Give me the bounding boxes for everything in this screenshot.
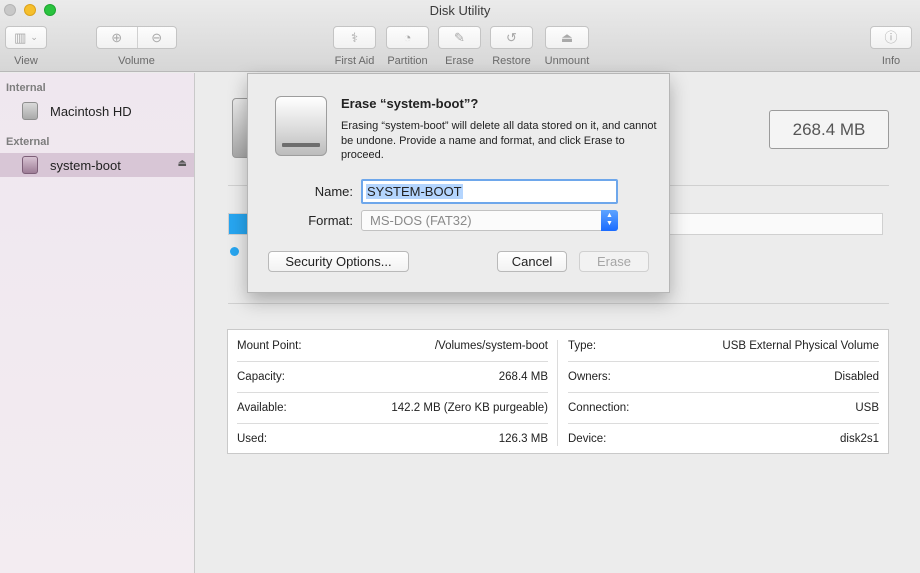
info-label: Connection: <box>568 402 630 414</box>
info-row-connection: Connection: USB <box>568 398 879 418</box>
volume-label: Volume <box>118 55 155 67</box>
info-label: Type: <box>568 340 597 352</box>
erase-label: Erase <box>445 55 474 67</box>
info-row-device: Device: disk2s1 <box>568 429 879 449</box>
view-label: View <box>14 55 38 67</box>
chevron-down-icon: ⌄ <box>30 32 38 42</box>
erase-icon: ✎ <box>454 30 465 45</box>
info-value: disk2s1 <box>840 433 879 445</box>
info-button[interactable]: ⓘ <box>870 26 912 49</box>
row-separator <box>568 423 879 424</box>
info-row-available: Available: 142.2 MB (Zero KB purgeable) <box>237 398 548 418</box>
remove-volume-button[interactable]: ⊖ <box>136 27 177 48</box>
info-value: Disabled <box>834 371 879 383</box>
partition-label: Partition <box>387 55 428 67</box>
first-aid-label: First Aid <box>334 55 375 67</box>
info-value: /Volumes/system-boot <box>434 340 548 352</box>
info-value: 126.3 MB <box>498 433 548 445</box>
info-value: USB <box>855 402 879 414</box>
cancel-button[interactable]: Cancel <box>497 251 567 272</box>
sidebar-icon: ▥ <box>14 30 27 45</box>
volume-button-group: ⊕ ⊖ <box>96 26 177 49</box>
format-select-value: MS-DOS (FAT32) <box>370 213 472 228</box>
used-legend-dot <box>230 247 239 256</box>
drive-icon <box>275 96 327 156</box>
info-row-mount-point: Mount Point: /Volumes/system-boot <box>237 336 548 356</box>
format-select[interactable]: MS-DOS (FAT32) ▲ ▼ <box>361 210 618 231</box>
capacity-badge: 268.4 MB <box>769 110 889 149</box>
info-label: Info <box>881 55 901 67</box>
format-label: Format: <box>308 213 353 228</box>
info-value: 268.4 MB <box>498 371 548 383</box>
info-label: Device: <box>568 433 607 445</box>
volume-info-table: Mount Point: /Volumes/system-boot Capaci… <box>227 329 889 454</box>
stethoscope-icon: ⚕ <box>350 30 359 45</box>
info-row-capacity: Capacity: 268.4 MB <box>237 367 548 387</box>
unmount-label: Unmount <box>544 55 590 67</box>
info-row-type: Type: USB External Physical Volume <box>568 336 879 356</box>
unmount-button[interactable]: ⏏ <box>545 26 589 49</box>
divider <box>228 303 889 304</box>
up-down-arrows-icon: ▲ ▼ <box>601 210 618 231</box>
row-separator <box>568 392 879 393</box>
partition-icon: ◔ <box>403 30 412 45</box>
sidebar-item-system-boot[interactable]: system-boot ⏏ <box>0 153 194 177</box>
sidebar: Internal Macintosh HD External system-bo… <box>0 73 195 573</box>
info-label: Capacity: <box>237 371 285 383</box>
dialog-title: Erase “system-boot”? <box>341 96 479 111</box>
window-title: Disk Utility <box>429 3 491 18</box>
sidebar-header-internal: Internal <box>6 82 46 94</box>
unmount-icon: ⏏ <box>560 30 574 45</box>
row-separator <box>568 361 879 362</box>
column-separator <box>557 340 558 446</box>
title-bar: Disk Utility ▥ ⌄ View ⊕ ⊖ Volume ⚕ First… <box>0 0 920 72</box>
restore-label: Restore <box>492 55 531 67</box>
external-disk-icon <box>22 156 38 174</box>
sidebar-item-macintosh-hd[interactable]: Macintosh HD <box>0 99 194 123</box>
first-aid-button[interactable]: ⚕ <box>333 26 376 49</box>
name-field-value: SYSTEM-BOOT <box>366 184 463 199</box>
info-label: Mount Point: <box>237 340 302 352</box>
info-icon: ⓘ <box>884 30 898 45</box>
internal-disk-icon <box>22 102 38 120</box>
name-field[interactable]: SYSTEM-BOOT <box>361 179 618 204</box>
sidebar-header-external: External <box>6 136 50 148</box>
sidebar-item-label: Macintosh HD <box>50 103 132 119</box>
erase-confirm-button[interactable]: Erase <box>579 251 649 272</box>
name-label: Name: <box>314 184 353 199</box>
erase-button[interactable]: ✎ <box>438 26 481 49</box>
restore-icon: ↺ <box>506 30 517 45</box>
sidebar-item-label: system-boot <box>50 157 121 173</box>
info-value: USB External Physical Volume <box>722 340 879 352</box>
info-label: Owners: <box>568 371 611 383</box>
row-separator <box>237 392 548 393</box>
eject-icon[interactable]: ⏏ <box>178 158 187 169</box>
remove-volume-icon: ⊖ <box>151 30 163 45</box>
partition-button[interactable]: ◔ <box>386 26 429 49</box>
add-volume-button[interactable]: ⊕ <box>97 27 137 48</box>
view-button[interactable]: ▥ ⌄ <box>5 26 47 49</box>
row-separator <box>237 423 548 424</box>
info-value: 142.2 MB (Zero KB purgeable) <box>391 402 548 414</box>
info-row-used: Used: 126.3 MB <box>237 429 548 449</box>
dialog-message: Erasing “system-boot” will delete all da… <box>341 120 657 161</box>
info-row-owners: Owners: Disabled <box>568 367 879 387</box>
info-label: Available: <box>237 402 287 414</box>
row-separator <box>237 361 548 362</box>
security-options-button[interactable]: Security Options... <box>268 251 409 272</box>
add-volume-icon: ⊕ <box>111 30 123 45</box>
erase-dialog: Erase “system-boot”? Erasing “system-boo… <box>247 73 670 293</box>
restore-button[interactable]: ↺ <box>490 26 533 49</box>
info-label: Used: <box>237 433 268 445</box>
